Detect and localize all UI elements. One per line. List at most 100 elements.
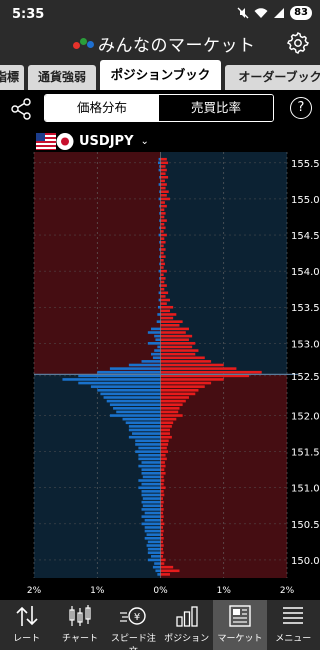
tab-order-book[interactable]: オーダーブック	[225, 65, 320, 90]
tab-indicators[interactable]: 指標	[0, 65, 24, 90]
chart-bar	[160, 323, 180, 327]
chart-bar	[160, 558, 166, 562]
chart-bar	[160, 320, 183, 323]
chart-bar	[151, 327, 161, 331]
chart-bar	[160, 544, 164, 547]
nav-label-position: ポジション	[164, 634, 210, 644]
chart-bar	[160, 562, 165, 565]
chart-bar	[160, 287, 165, 291]
chart-bar	[142, 504, 161, 508]
nav-speed-order[interactable]: ¥ スピード注文	[107, 600, 160, 650]
chart-bar	[109, 403, 161, 407]
chart-bar	[151, 352, 161, 356]
chart-bar	[144, 536, 161, 540]
chart-bar	[160, 186, 166, 190]
chart-bar	[160, 475, 164, 479]
chart-bar	[160, 450, 169, 453]
y-tick-label: 151.50	[291, 448, 320, 459]
chart-bar	[147, 551, 161, 555]
chart-bar	[160, 183, 167, 186]
chart-bar	[152, 356, 161, 360]
y-tick-label: 154.50	[291, 231, 320, 242]
chart-bar	[147, 342, 161, 345]
chart-bar	[160, 396, 189, 399]
tab-currency-strength[interactable]: 通貨強弱	[28, 65, 96, 90]
chart-bar	[144, 518, 161, 522]
chart-bar	[160, 237, 165, 240]
nav-chart[interactable]: チャート	[53, 600, 106, 650]
chart-bar	[160, 533, 164, 536]
chart-bar	[160, 439, 169, 443]
chart-bar	[160, 240, 166, 244]
chart-bar	[160, 309, 170, 313]
chart-bar	[160, 428, 170, 432]
chart-bar	[160, 291, 169, 295]
chart-bar	[160, 251, 164, 255]
chart-bar	[160, 295, 166, 298]
mute-icon	[237, 7, 249, 19]
chart-bar	[157, 161, 161, 165]
chart-bar	[109, 414, 161, 417]
chart-bar	[128, 428, 161, 432]
chart-bar	[160, 522, 165, 526]
chart-bar	[155, 338, 161, 342]
chart-bar	[160, 486, 166, 490]
chart-bar	[160, 222, 165, 226]
nav-position[interactable]: ポジション	[160, 600, 213, 650]
chart-bar	[160, 190, 169, 194]
tab-position-book[interactable]: ポジションブック	[100, 60, 221, 90]
gear-icon[interactable]	[286, 31, 310, 55]
chart-bar	[116, 410, 161, 414]
category-tabs: 指標 通貨強弱 ポジションブック オーダーブック	[0, 60, 320, 90]
position-book-chart: 155.50 155.00 154.50 154.00 153.50 153.00 152.…	[27, 152, 320, 596]
chart-bar	[160, 201, 165, 204]
svg-text:¥: ¥	[134, 612, 140, 623]
chart-bar	[141, 472, 161, 475]
toggle-price-distribution[interactable]: 価格分布	[45, 95, 159, 121]
chart-bar	[103, 396, 161, 399]
chart-bar	[160, 526, 164, 529]
chart-bar	[160, 479, 165, 482]
chart-bar	[160, 280, 165, 284]
chart-bar	[160, 378, 224, 381]
app-logo-icon	[73, 36, 95, 50]
chart-bar	[160, 468, 165, 471]
chart-bar	[160, 490, 164, 493]
nav-market[interactable]: マーケット	[213, 600, 267, 650]
chart-bar	[160, 334, 193, 338]
chart-bar	[160, 421, 174, 425]
chart-bar	[160, 266, 164, 269]
chart-bar	[154, 334, 161, 338]
chart-bar	[141, 500, 161, 504]
chart-bar	[160, 208, 165, 212]
chart-bar	[160, 331, 186, 334]
signal-icon	[274, 8, 285, 18]
chart-bar	[122, 417, 161, 421]
share-icon[interactable]	[9, 97, 33, 121]
chart-bar	[160, 352, 196, 356]
chart-bar	[147, 540, 161, 544]
toggle-buy-sell-ratio[interactable]: 売買比率	[159, 95, 273, 121]
chart-bar	[141, 508, 161, 511]
chart-bar	[160, 551, 164, 555]
nav-menu[interactable]: メニュー	[267, 600, 320, 650]
y-tick-label: 155.50	[291, 159, 320, 170]
nav-label-speed-order: スピード注文	[110, 634, 156, 650]
chart-bar	[160, 165, 166, 168]
x-tick-label: 0%	[153, 586, 168, 596]
chart-bar	[160, 536, 164, 540]
help-icon[interactable]: ?	[290, 97, 312, 119]
chart-bar	[152, 565, 161, 569]
chart-bar	[160, 403, 183, 407]
chart-bar	[106, 399, 161, 403]
chart-bar	[160, 410, 179, 414]
currency-pair-selector[interactable]: USDJPY ⌄	[36, 131, 149, 151]
chart-bar	[160, 342, 196, 345]
chart-bar	[160, 432, 170, 435]
nav-rate[interactable]: レート	[0, 600, 53, 650]
chart-bar	[62, 378, 161, 381]
view-toggle: 価格分布 売買比率	[44, 94, 274, 122]
chart-bar	[160, 363, 224, 367]
chart-bar	[160, 388, 199, 392]
chart-bar	[160, 435, 172, 439]
